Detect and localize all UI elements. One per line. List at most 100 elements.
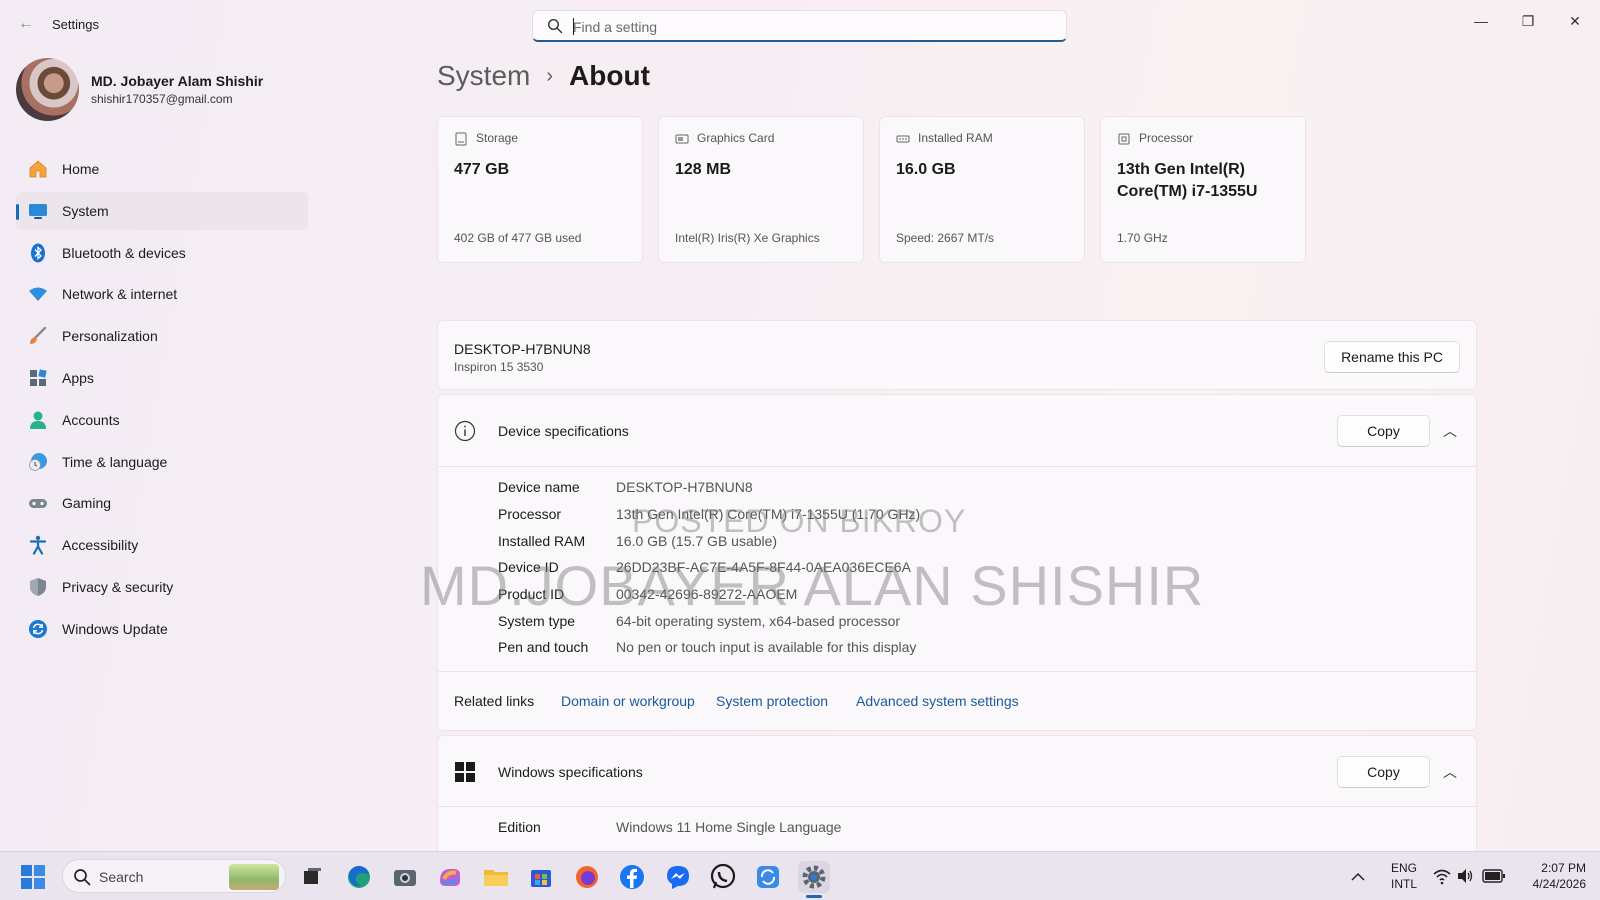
spec-value: 64-bit operating system, x64-based proce… bbox=[616, 613, 901, 629]
sidebar-item-windows-update[interactable]: Windows Update bbox=[16, 610, 308, 648]
link-domain-workgroup[interactable]: Domain or workgroup bbox=[561, 693, 695, 709]
spec-row: Product ID 00342-42696-89272-AAOEM bbox=[498, 582, 1398, 608]
divider bbox=[438, 806, 1476, 807]
spec-row: Pen and touch No pen or touch input is av… bbox=[498, 635, 1398, 661]
sidebar-item-network[interactable]: Network & internet bbox=[16, 275, 308, 313]
taskbar-search[interactable]: Search bbox=[62, 859, 286, 893]
sidebar-item-label: Bluetooth & devices bbox=[62, 244, 186, 261]
search-input[interactable] bbox=[573, 17, 1053, 37]
rename-pc-button[interactable]: Rename this PC bbox=[1324, 341, 1460, 373]
camera-icon[interactable] bbox=[389, 861, 421, 893]
spec-key: Edition bbox=[498, 819, 541, 835]
copy-windows-specs-button[interactable]: Copy bbox=[1337, 756, 1430, 788]
info-icon bbox=[454, 420, 476, 442]
lang-line1: ENG bbox=[1390, 861, 1417, 875]
spec-value: DESKTOP-H7BNUN8 bbox=[616, 479, 753, 495]
section-title: Windows specifications bbox=[498, 764, 643, 780]
spec-value: 26DD23BF-AC7E-4A5F-8F44-0AEA036ECE6A bbox=[616, 559, 911, 575]
user-profile[interactable]: MD. Jobayer Alam Shishir shishir170357@g… bbox=[16, 58, 306, 122]
store-icon[interactable] bbox=[525, 861, 557, 893]
task-view-icon[interactable] bbox=[296, 861, 328, 893]
active-indicator bbox=[806, 895, 822, 898]
update-icon bbox=[29, 619, 47, 638]
spec-value: 00342-42696-89272-AAOEM bbox=[616, 586, 798, 602]
tile-subtext: Intel(R) Iris(R) Xe Graphics bbox=[675, 231, 820, 245]
windows-specs-header[interactable]: Windows specifications Copy ︿ bbox=[438, 736, 1476, 806]
maximize-button[interactable]: ❐ bbox=[1505, 6, 1551, 36]
sidebar-item-accounts[interactable]: Accounts bbox=[16, 401, 308, 439]
tile-label: Storage bbox=[476, 131, 519, 145]
sidebar-item-system[interactable]: System bbox=[16, 191, 308, 230]
sidebar-item-label: Network & internet bbox=[62, 286, 178, 303]
tile-processor: Processor 13th Gen Intel(R) Core(TM) i7-… bbox=[1100, 116, 1306, 263]
related-links-label: Related links bbox=[454, 693, 535, 709]
sync-icon[interactable] bbox=[752, 861, 784, 893]
tile-label: Installed RAM bbox=[918, 131, 993, 145]
firefox-icon[interactable] bbox=[571, 861, 603, 893]
sidebar-item-bluetooth[interactable]: Bluetooth & devices bbox=[16, 234, 308, 272]
copilot-icon[interactable] bbox=[434, 861, 466, 893]
spec-key: Device name bbox=[498, 479, 580, 495]
spec-value: No pen or touch input is available for t… bbox=[616, 639, 917, 655]
title-bar: ← Settings — ❐ ✕ bbox=[0, 0, 1600, 50]
chevron-up-icon[interactable] bbox=[1348, 861, 1368, 893]
sidebar-item-label: Apps bbox=[62, 369, 94, 386]
spec-row: System type 64-bit operating system, x64-… bbox=[498, 609, 1398, 635]
minimize-button[interactable]: — bbox=[1458, 6, 1504, 36]
sidebar-item-label: Privacy & security bbox=[62, 578, 174, 595]
avatar bbox=[16, 58, 79, 121]
sidebar-item-label: Accessibility bbox=[62, 537, 139, 554]
link-advanced-system-settings[interactable]: Advanced system settings bbox=[856, 693, 1019, 709]
sidebar-item-label: Windows Update bbox=[62, 620, 168, 637]
volume-icon[interactable] bbox=[1456, 867, 1474, 885]
system-clock[interactable]: 2:07 PM 4/24/2026 bbox=[1518, 860, 1586, 892]
battery-icon[interactable] bbox=[1482, 869, 1506, 883]
clock-date: 4/24/2026 bbox=[1532, 877, 1586, 891]
apps-icon bbox=[30, 369, 47, 386]
spec-value: Windows 11 Home Single Language bbox=[616, 819, 842, 835]
breadcrumb-parent[interactable]: System bbox=[437, 60, 530, 91]
link-system-protection[interactable]: System protection bbox=[716, 693, 828, 709]
profile-email: shishir170357@gmail.com bbox=[91, 92, 233, 106]
sidebar-item-home[interactable]: Home bbox=[16, 150, 308, 188]
tile-subtext: 1.70 GHz bbox=[1117, 231, 1168, 245]
sidebar-item-privacy[interactable]: Privacy & security bbox=[16, 568, 308, 606]
tile-storage: Storage 477 GB 402 GB of 477 GB used bbox=[437, 116, 643, 263]
tile-label: Graphics Card bbox=[697, 131, 775, 145]
chevron-up-icon[interactable]: ︿ bbox=[1438, 419, 1462, 443]
sidebar-item-gaming[interactable]: Gaming bbox=[16, 484, 308, 522]
input-language[interactable]: ENG INTL bbox=[1390, 860, 1418, 892]
sidebar-item-personalization[interactable]: Personalization bbox=[16, 317, 308, 355]
device-specifications-card: Device specifications Copy ︿ Device name… bbox=[437, 394, 1477, 731]
shield-icon bbox=[30, 577, 46, 596]
facebook-icon[interactable] bbox=[616, 861, 648, 893]
wifi-icon[interactable] bbox=[1432, 867, 1452, 885]
settings-search[interactable] bbox=[532, 10, 1067, 42]
search-icon bbox=[74, 869, 91, 886]
messenger-icon[interactable] bbox=[662, 861, 694, 893]
profile-name: MD. Jobayer Alam Shishir bbox=[91, 73, 264, 89]
file-explorer-icon[interactable] bbox=[480, 861, 512, 893]
chevron-up-icon[interactable]: ︿ bbox=[1438, 760, 1462, 784]
sidebar-item-time-language[interactable]: Time & language bbox=[16, 443, 308, 481]
close-button[interactable]: ✕ bbox=[1552, 6, 1598, 36]
spec-key: Device ID bbox=[498, 559, 559, 575]
search-icon bbox=[547, 18, 563, 34]
windows-logo-icon bbox=[455, 762, 475, 782]
spec-value: 16.0 GB (15.7 GB usable) bbox=[616, 533, 778, 549]
spec-row: Edition Windows 11 Home Single Language bbox=[498, 815, 1398, 841]
divider bbox=[438, 671, 1476, 672]
edge-icon[interactable] bbox=[343, 861, 375, 893]
start-button-windows-icon[interactable] bbox=[20, 864, 46, 890]
spec-row: Device name DESKTOP-H7BNUN8 bbox=[498, 475, 1398, 501]
accessibility-icon bbox=[29, 535, 47, 555]
sidebar-item-accessibility[interactable]: Accessibility bbox=[16, 526, 308, 564]
device-specs-header[interactable]: Device specifications Copy ︿ bbox=[438, 395, 1476, 465]
back-arrow-icon[interactable]: ← bbox=[16, 14, 36, 34]
copy-device-specs-button[interactable]: Copy bbox=[1337, 415, 1430, 447]
whatsapp-icon[interactable] bbox=[707, 861, 739, 893]
pc-model: Inspiron 15 3530 bbox=[454, 360, 544, 374]
sidebar-item-apps[interactable]: Apps bbox=[16, 359, 308, 397]
graphics-card-icon bbox=[675, 134, 689, 144]
settings-icon[interactable] bbox=[798, 861, 830, 898]
